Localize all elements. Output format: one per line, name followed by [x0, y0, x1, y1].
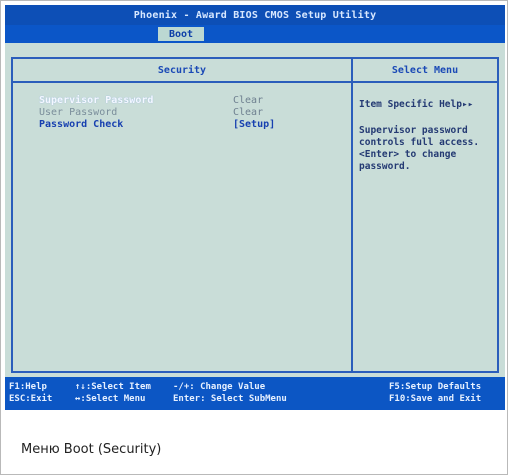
panel-divider-vertical	[351, 57, 353, 373]
key-legend-bar: F1:Help ESC:Exit ↑↓:Select Item ↔:Select…	[5, 377, 505, 410]
section-title: Security	[157, 64, 207, 76]
user-password-value: Clear	[233, 107, 264, 118]
key-change-value: -/+: Change Value	[173, 382, 266, 392]
user-password-item: User Password	[39, 107, 118, 118]
bios-title-bar: Phoenix - Award BIOS CMOS Setup Utility	[5, 5, 505, 25]
bios-screen: Phoenix - Award BIOS CMOS Setup Utility …	[5, 5, 505, 410]
key-esc-exit: ESC:Exit	[9, 394, 53, 404]
tab-boot[interactable]: Boot	[158, 27, 204, 41]
supervisor-password-item[interactable]: Supervisor Password	[39, 95, 153, 107]
bios-content: Security Select Menu Supervisor Password…	[5, 43, 505, 373]
help-text: Supervisor password controls full access…	[359, 125, 480, 172]
help-title: Item Specific Help▸▸	[359, 99, 474, 110]
key-setup-defaults: F5:Setup Defaults	[389, 382, 482, 392]
key-select-submenu: Enter: Select SubMenu	[173, 394, 287, 404]
password-check-item[interactable]: Password Check	[39, 119, 123, 131]
key-f1-help: F1:Help	[9, 382, 47, 392]
help-header: Select Menu	[391, 64, 459, 76]
panel-divider-horizontal	[11, 81, 499, 83]
bios-tab-row: Boot	[5, 25, 505, 43]
key-select-menu: ↔:Select Menu	[75, 394, 146, 404]
figure-caption: Меню Boot (Security)	[21, 442, 162, 457]
supervisor-password-value: Clear	[233, 95, 264, 106]
key-select-item: ↑↓:Select Item	[75, 382, 151, 392]
key-save-exit: F10:Save and Exit	[389, 394, 482, 404]
password-check-value[interactable]: [Setup]	[233, 119, 275, 131]
figure-frame: Phoenix - Award BIOS CMOS Setup Utility …	[0, 0, 508, 475]
